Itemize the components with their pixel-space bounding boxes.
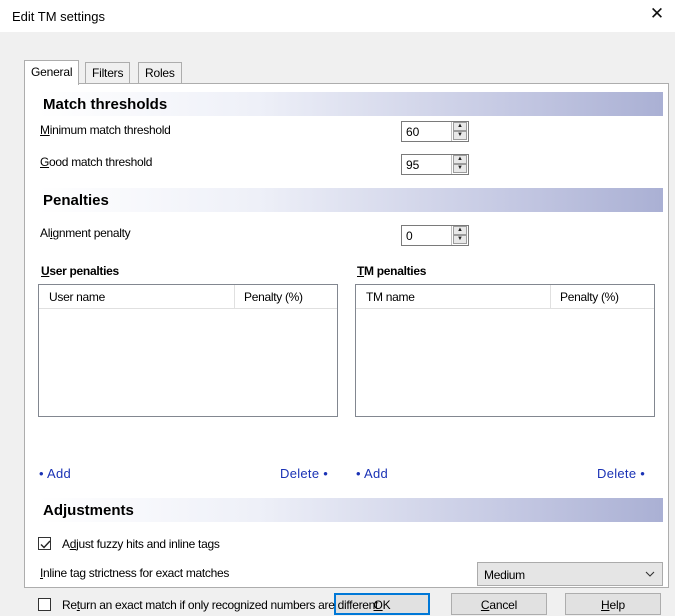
inline-label-rest: nline tag strictness for exact matches xyxy=(43,566,230,580)
alignment-label-first: Al xyxy=(40,226,51,240)
user-penalties-rest: ser penalties xyxy=(49,264,119,278)
spin-up-icon[interactable]: ▲ xyxy=(453,122,467,131)
penalties-heading: Penalties xyxy=(38,188,663,212)
spinner-buttons: ▲ ▼ xyxy=(451,122,468,141)
adjustments-heading: Adjustments xyxy=(38,498,663,522)
exact-match-numbers-checkbox[interactable] xyxy=(38,598,51,611)
spin-up-icon[interactable]: ▲ xyxy=(453,226,467,235)
tab-filters-label: Filters xyxy=(92,66,124,80)
alignment-penalty-spinner[interactable]: 0 ▲ ▼ xyxy=(401,225,469,246)
tab-general[interactable]: General xyxy=(24,60,80,85)
exact-match-numbers-label[interactable]: Return an exact match if only recognized… xyxy=(62,598,378,612)
tm-penalties-list[interactable]: TM name Penalty (%) xyxy=(355,284,655,417)
numbers-label-rest: urn an exact match if only recognized nu… xyxy=(79,598,379,612)
spinner-buttons: ▲ ▼ xyxy=(451,155,468,174)
alignment-label-rest: gnment penalty xyxy=(52,226,131,240)
user-penalties-header: User name Penalty (%) xyxy=(39,285,337,309)
column-divider[interactable] xyxy=(234,285,235,308)
help-underline: H xyxy=(601,598,610,612)
tm-penalties-rest: M penalties xyxy=(364,264,427,278)
minimum-label-rest: inimum match threshold xyxy=(49,123,171,137)
minimum-match-threshold-spinner[interactable]: 60 ▲ ▼ xyxy=(401,121,469,142)
cancel-button[interactable]: Cancel xyxy=(451,593,547,615)
good-label-underline: G xyxy=(40,155,50,169)
good-match-threshold-label: Good match threshold xyxy=(40,155,152,169)
good-match-threshold-spinner[interactable]: 95 ▲ ▼ xyxy=(401,154,469,175)
numbers-label-first: Re xyxy=(62,598,77,612)
tm-penalties-heading: TM penalties xyxy=(357,264,426,278)
tm-penalties-underline: T xyxy=(357,264,365,278)
good-label-rest: ood match threshold xyxy=(49,155,153,169)
alignment-penalty-value[interactable]: 0 xyxy=(406,229,413,243)
minimum-match-threshold-label: Minimum match threshold xyxy=(40,123,171,137)
alignment-penalty-label: Alignment penalty xyxy=(40,226,131,240)
help-rest: elp xyxy=(609,598,626,612)
user-penalties-heading: User penalties xyxy=(41,264,119,278)
title-bar: Edit TM settings ✕ xyxy=(0,0,675,32)
ok-rest: K xyxy=(382,598,391,612)
general-tab-panel: Match thresholds Minimum match threshold… xyxy=(24,83,669,612)
tab-general-label: General xyxy=(31,65,73,79)
user-penalties-list[interactable]: User name Penalty (%) xyxy=(38,284,338,417)
checkmark-icon xyxy=(40,540,51,549)
minimum-label-underline: M xyxy=(40,123,50,137)
adjust-fuzzy-checkbox[interactable] xyxy=(38,537,51,550)
spinner-buttons: ▲ ▼ xyxy=(451,226,468,245)
good-match-threshold-value[interactable]: 95 xyxy=(406,158,419,172)
minimum-match-threshold-value[interactable]: 60 xyxy=(406,125,419,139)
user-penalties-delete-link[interactable]: Delete • xyxy=(280,466,328,481)
tab-filters[interactable]: Filters xyxy=(85,62,131,84)
match-thresholds-heading: Match thresholds xyxy=(38,92,663,116)
window-title: Edit TM settings xyxy=(12,9,105,24)
tab-roles[interactable]: Roles xyxy=(138,62,182,84)
column-divider[interactable] xyxy=(550,285,551,308)
spin-down-icon[interactable]: ▼ xyxy=(453,164,467,173)
inline-tag-strictness-dropdown[interactable]: Medium xyxy=(477,562,663,586)
help-button[interactable]: Help xyxy=(565,593,661,615)
inline-tag-strictness-label: Inline tag strictness for exact matches xyxy=(40,566,229,580)
column-header-user-name[interactable]: User name xyxy=(49,290,105,304)
column-header-tm-name[interactable]: TM name xyxy=(366,290,415,304)
chevron-down-icon xyxy=(645,571,655,577)
cancel-rest: ancel xyxy=(489,598,518,612)
tm-penalties-add-link[interactable]: • Add xyxy=(356,466,388,481)
close-icon[interactable]: ✕ xyxy=(649,5,665,22)
user-penalties-add-link[interactable]: • Add xyxy=(39,466,71,481)
spin-down-icon[interactable]: ▼ xyxy=(453,235,467,244)
dialog-body: General Filters Roles Match thresholds M… xyxy=(0,32,675,616)
tm-penalties-delete-link[interactable]: Delete • xyxy=(597,466,645,481)
fuzzy-label-rest: just fuzzy hits and inline tags xyxy=(76,537,220,551)
column-header-penalty[interactable]: Penalty (%) xyxy=(244,290,303,304)
strictness-selected-value: Medium xyxy=(484,568,525,582)
fuzzy-label-first: A xyxy=(62,537,70,551)
adjust-fuzzy-label[interactable]: Adjust fuzzy hits and inline tags xyxy=(62,537,220,551)
spin-down-icon[interactable]: ▼ xyxy=(453,131,467,140)
column-header-penalty[interactable]: Penalty (%) xyxy=(560,290,619,304)
spin-up-icon[interactable]: ▲ xyxy=(453,155,467,164)
tm-penalties-header: TM name Penalty (%) xyxy=(356,285,654,309)
tab-roles-label: Roles xyxy=(145,66,175,80)
